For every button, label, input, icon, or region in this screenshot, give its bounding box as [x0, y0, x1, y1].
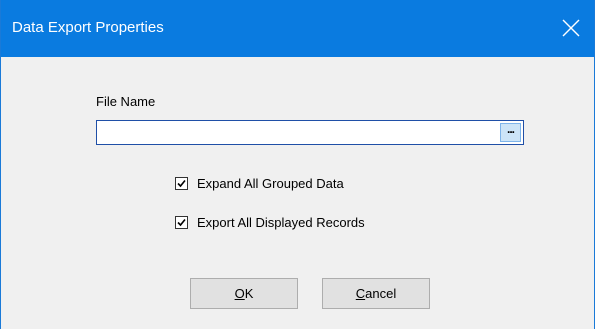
- close-button[interactable]: [548, 0, 594, 57]
- cancel-button[interactable]: Cancel: [322, 278, 430, 309]
- cancel-label-rest: ancel: [365, 286, 397, 301]
- title-bar[interactable]: Data Export Properties: [1, 0, 594, 57]
- export-displayed-checkbox[interactable]: [175, 215, 188, 229]
- expand-grouped-option[interactable]: Expand All Grouped Data: [175, 174, 344, 192]
- expand-grouped-checkbox[interactable]: [175, 176, 188, 190]
- dialog-window: Data Export Properties File Name ... Exp…: [0, 0, 595, 329]
- export-displayed-label: Export All Displayed Records: [197, 214, 365, 230]
- file-name-label: File Name: [96, 94, 156, 109]
- file-name-input[interactable]: [99, 123, 500, 142]
- close-icon: [562, 19, 580, 37]
- ok-mnemonic: O: [234, 286, 245, 301]
- dialog-body: File Name ... Expand All Grouped Data Ex…: [1, 57, 594, 329]
- window-title: Data Export Properties: [12, 19, 164, 36]
- checkmark-icon: [177, 218, 186, 226]
- checkmark-icon: [177, 179, 186, 187]
- file-name-field[interactable]: ...: [96, 120, 524, 145]
- expand-grouped-label: Expand All Grouped Data: [197, 175, 344, 191]
- cancel-mnemonic: C: [355, 286, 366, 301]
- export-displayed-option[interactable]: Export All Displayed Records: [175, 213, 365, 231]
- ok-label-rest: K: [244, 286, 254, 301]
- ok-button[interactable]: OK: [190, 278, 298, 309]
- browse-button[interactable]: ...: [500, 123, 521, 142]
